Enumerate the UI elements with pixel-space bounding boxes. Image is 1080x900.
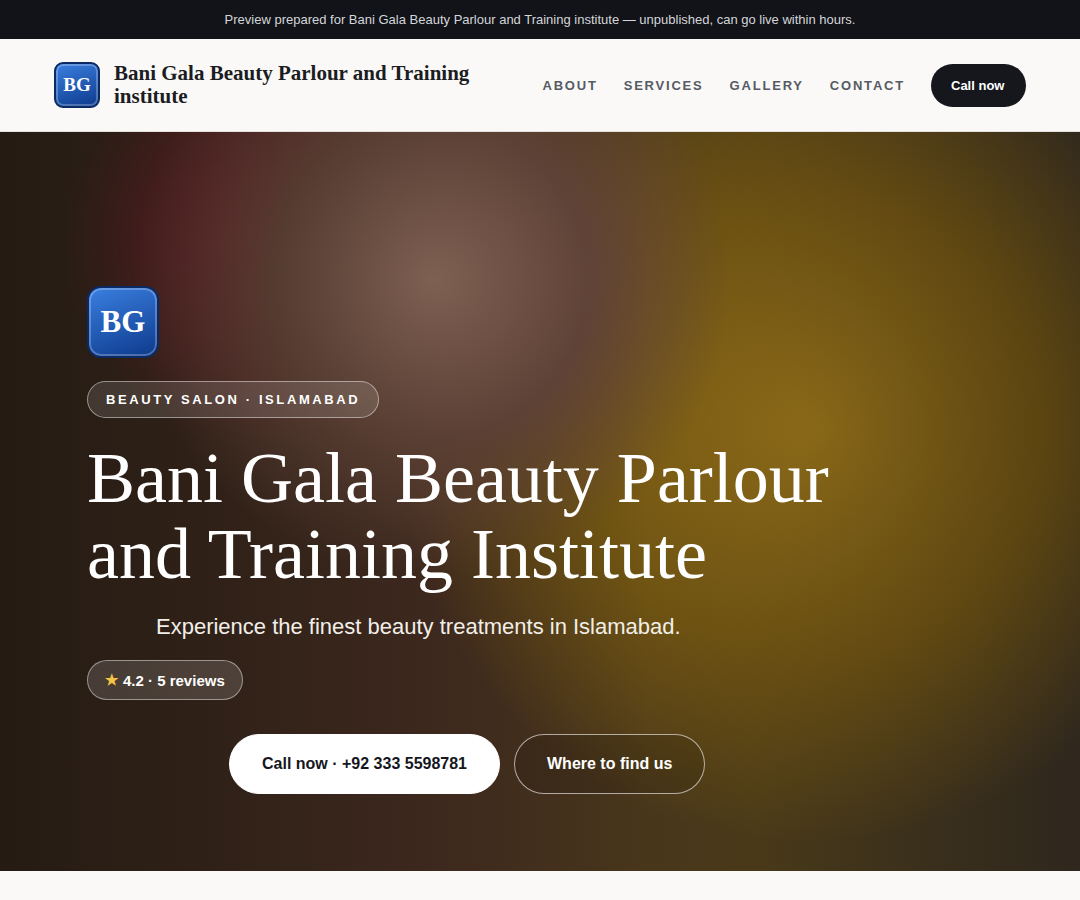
hero-title: Bani Gala Beauty Parlour and Training In… (87, 440, 867, 592)
nav: ABOUT SERVICES GALLERY CONTACT Call now (542, 64, 1026, 107)
next-section (0, 871, 1080, 900)
logo-icon: BG (54, 62, 100, 108)
nav-link[interactable]: GALLERY (730, 78, 804, 93)
brand-name: Bani Gala Beauty Parlour and Training in… (114, 62, 514, 108)
directions-button[interactable]: Where to find us (514, 734, 705, 794)
hero-logo-icon: BG (87, 286, 159, 358)
call-now-button[interactable]: Call now · +92 333 5598781 (229, 734, 500, 794)
hero: BG BEAUTY SALON · ISLAMABAD Bani Gala Beau… (0, 132, 1080, 871)
star-icon: ★ (105, 671, 118, 689)
hero-subtitle: Experience the finest beauty treatments … (156, 614, 681, 640)
preview-banner: Preview prepared for Bani Gala Beauty Pa… (0, 0, 1080, 39)
page: Preview prepared for Bani Gala Beauty Pa… (0, 0, 1080, 900)
nav-link[interactable]: SERVICES (624, 78, 704, 93)
category-tag: BEAUTY SALON · ISLAMABAD (87, 381, 379, 418)
nav-link[interactable]: ABOUT (542, 78, 597, 93)
nav-link[interactable]: CONTACT (830, 78, 905, 93)
call-button[interactable]: Call now (931, 64, 1026, 107)
site-header: BG Bani Gala Beauty Parlour and Training … (0, 39, 1080, 132)
brand[interactable]: BG Bani Gala Beauty Parlour and Training … (54, 62, 514, 108)
rating-badge: ★4.2 · 5 reviews (87, 660, 243, 700)
